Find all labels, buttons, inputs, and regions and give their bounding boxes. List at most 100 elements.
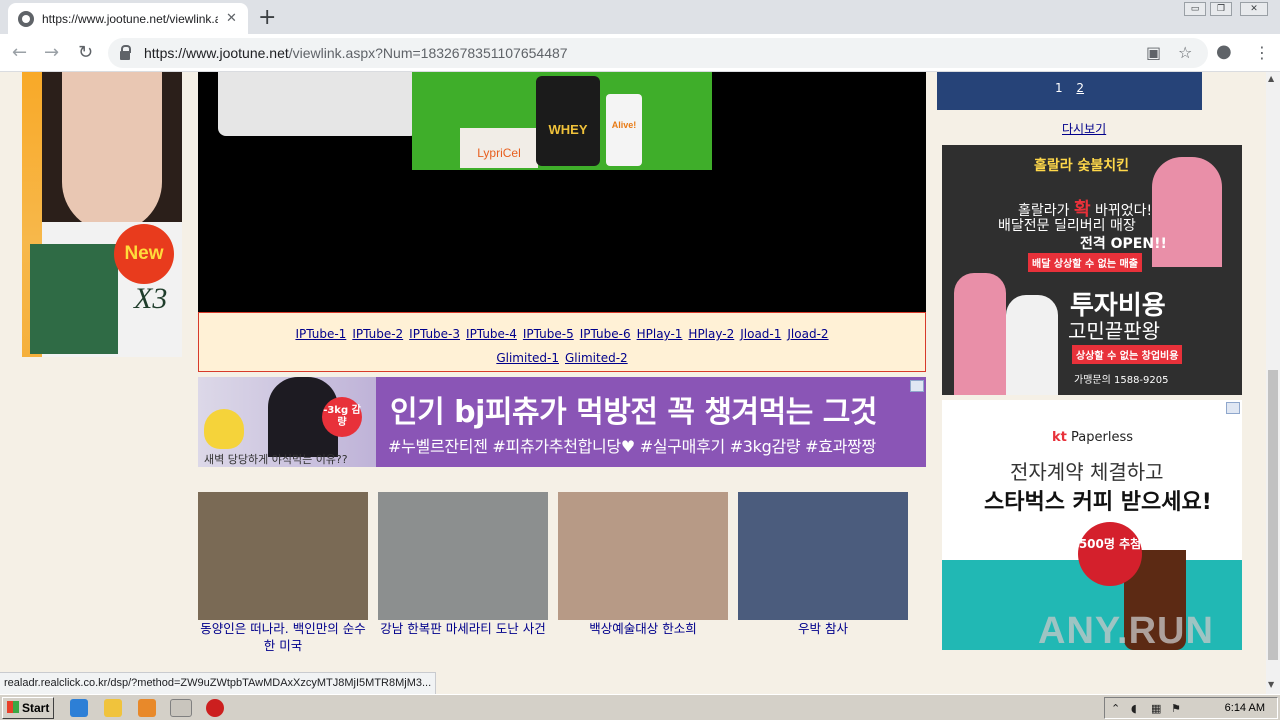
thumbnail-caption[interactable]: 동양인은 떠나라. 백인만의 순수한 미국 [198, 620, 368, 654]
mirror-link[interactable]: IPTube-6 [580, 327, 631, 341]
mirror-links-box: IPTube-1 IPTube-2 IPTube-3 IPTube-4 IPTube-5… [198, 312, 926, 372]
system-tray: ⌃ ◖ ▦ ⚑ 6:14 AM [1104, 697, 1278, 719]
windows-logo-icon [7, 701, 19, 713]
ad-model [954, 273, 1006, 395]
thumbnail-image [738, 492, 908, 620]
mirror-link[interactable]: IPTube-2 [352, 327, 403, 341]
mirror-link[interactable]: Jload-1 [740, 327, 781, 341]
clock: 6:14 AM [1224, 702, 1265, 714]
left-skyscraper-ad[interactable]: New X3 [22, 72, 182, 357]
chicken-franchise-ad[interactable]: 홀랄라 숯불치킨 홀랄라가 확 바뀌었다! 배달전문 딜리버리 매장 전격 OP… [942, 145, 1242, 395]
ad-brand: 홀랄라 숯불치킨 [1034, 158, 1130, 174]
url-text: https://www.jootune.net/viewlink.aspx?Nu… [144, 45, 568, 61]
window-close-button[interactable]: ✕ [1240, 2, 1268, 16]
video-player[interactable]: LypriCel WHEY Alive! [198, 72, 926, 312]
account-icon[interactable]: ● [1216, 41, 1232, 62]
banner-subline: 새벽 당당하게 야식먹는 이유?? [204, 453, 348, 466]
kt-badge: 500명 추첨 [1078, 522, 1142, 586]
folder-icon[interactable] [104, 699, 122, 717]
forward-arrow-icon[interactable]: → [44, 42, 59, 63]
media-player-icon[interactable] [138, 699, 156, 717]
ad-product-box [30, 244, 118, 354]
banner-headline: 인기 bj피츄가 먹방전 꼭 챙겨먹는 그것 [390, 395, 877, 430]
thumbnail-caption[interactable]: 백상예술대상 한소희 [558, 620, 728, 637]
thumbnail-image [378, 492, 548, 620]
thumbnail-item[interactable]: 우박 참사 [738, 492, 908, 637]
ad-big-2: 고민끝판왕 [1068, 319, 1160, 343]
internet-explorer-icon[interactable] [70, 699, 88, 717]
product-alive: Alive! [606, 94, 642, 166]
new-tab-button[interactable]: + [258, 5, 276, 30]
mirror-link[interactable]: IPTube-3 [409, 327, 460, 341]
browser-titlebar: https://www.jootune.net/viewlink.a ✕ + ▭… [0, 0, 1280, 34]
thumbnail-item[interactable]: 강남 한복판 마세라티 도난 사건 [378, 492, 548, 637]
anyrun-watermark: ANY.RUN [1038, 610, 1214, 650]
links-row-2: Glimited-1 Glimited-2 [199, 346, 925, 370]
kg-badge: -3kg 감량 [322, 397, 362, 437]
mirror-link[interactable]: IPTube-5 [523, 327, 574, 341]
back-arrow-icon[interactable]: ← [12, 42, 27, 63]
page-2-link[interactable]: 2 [1076, 81, 1084, 95]
page-scrollbar[interactable]: ▲ ▼ [1266, 72, 1280, 694]
thumbnail-item[interactable]: 백상예술대상 한소희 [558, 492, 728, 637]
mirror-link[interactable]: IPTube-4 [466, 327, 517, 341]
scroll-up-arrow-icon[interactable]: ▲ [1268, 74, 1274, 83]
thumbnail-image [558, 492, 728, 620]
brand-mark: X3 [134, 282, 168, 315]
globe-icon [18, 10, 34, 27]
ad-tag-1: 배달 상상할 수 없는 매출 [1028, 253, 1142, 272]
tab-close-button[interactable]: ✕ [226, 11, 237, 26]
maximize-button[interactable]: ❐ [1210, 2, 1232, 16]
thumbnail-caption[interactable]: 우박 참사 [738, 620, 908, 637]
adchoices-icon[interactable] [910, 380, 924, 392]
right-column: 1 2 다시보기 홀랄라 숯불치킨 홀랄라가 확 바뀌었다! 배달전문 딜리버리… [936, 72, 1246, 694]
thumbnail-grid: 동양인은 떠나라. 백인만의 순수한 미국 강남 한복판 마세라티 도난 사건 … [198, 492, 928, 662]
page-1: 1 [1054, 81, 1063, 95]
product-whey: WHEY [536, 76, 600, 166]
flag-icon[interactable]: ⚑ [1171, 702, 1181, 715]
ad-phone: 가맹문의 1588-9205 [1074, 375, 1169, 386]
product-lypricel: LypriCel [460, 128, 538, 168]
thumbnail-item[interactable]: 동양인은 떠나라. 백인만의 순수한 미국 [198, 492, 368, 654]
menu-kebab-icon[interactable]: ⋮ [1254, 43, 1270, 62]
browser-tab[interactable]: https://www.jootune.net/viewlink.a ✕ [8, 3, 248, 34]
mirror-link[interactable]: Jload-2 [787, 327, 828, 341]
start-label: Start [22, 701, 50, 715]
kt-logo: kt Paperless [1052, 430, 1133, 445]
mirror-link[interactable]: HPlay-2 [688, 327, 734, 341]
mirror-link[interactable]: IPTube-1 [295, 327, 346, 341]
kt-headline-2: 스타벅스 커피 받으세요! [984, 490, 1212, 515]
mirror-link[interactable]: HPlay-1 [637, 327, 683, 341]
tab-title: https://www.jootune.net/viewlink.a [42, 11, 218, 26]
star-icon[interactable]: ☆ [1178, 43, 1192, 62]
start-button[interactable]: Start [2, 697, 54, 719]
browser-toolbar: ← → ↻ https://www.jootune.net/viewlink.a… [0, 34, 1280, 72]
kt-headline-1: 전자계약 체결하고 [1010, 460, 1164, 484]
diet-banner-ad[interactable]: -3kg 감량 새벽 당당하게 야식먹는 이유?? 인기 bj피츄가 먹방전 꼭… [198, 377, 926, 467]
chevron-up-icon[interactable]: ⌃ [1111, 702, 1120, 715]
supplement-ad-image[interactable]: LypriCel WHEY Alive! [412, 72, 712, 170]
page-content: New X3 LypriCel WHEY Alive! IPTube-1 IPTu… [0, 72, 1266, 694]
reload-icon[interactable]: ↻ [78, 42, 93, 63]
thumbnail-image [198, 492, 368, 620]
ad-line-3: 전격 OPEN!! [1080, 236, 1167, 252]
scroll-down-arrow-icon[interactable]: ▼ [1268, 680, 1274, 689]
mirror-link[interactable]: Glimited-2 [565, 351, 628, 365]
url-path: /viewlink.aspx?Num=1832678351107654487 [288, 45, 568, 61]
scroll-thumb[interactable] [1268, 370, 1278, 660]
minimize-button[interactable]: ▭ [1184, 2, 1206, 16]
url-host: https://www.jootune.net [144, 45, 289, 61]
kt-logo-mark: kt [1052, 430, 1067, 445]
cast-icon[interactable]: ▣ [1146, 43, 1161, 62]
adchoices-icon[interactable] [1226, 402, 1240, 414]
status-bar-url: realadr.realclick.co.kr/dsp/?method=ZW9u… [0, 672, 437, 694]
stop-icon[interactable] [206, 699, 224, 717]
chrome-icon[interactable] [170, 699, 192, 717]
address-bar[interactable]: https://www.jootune.net/viewlink.aspx?Nu… [108, 38, 1208, 68]
kt-paperless-ad[interactable]: kt Paperless 전자계약 체결하고 스타벅스 커피 받으세요! 500… [942, 400, 1242, 650]
volume-icon[interactable]: ◖ [1131, 702, 1137, 715]
thumbnail-caption[interactable]: 강남 한복판 마세라티 도난 사건 [378, 620, 548, 637]
replay-link[interactable]: 다시보기 [1062, 120, 1106, 137]
mirror-link[interactable]: Glimited-1 [496, 351, 559, 365]
network-icon[interactable]: ▦ [1151, 702, 1161, 715]
